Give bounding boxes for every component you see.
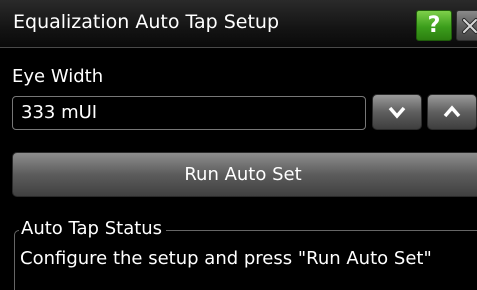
eye-width-increment-button[interactable] xyxy=(427,94,477,130)
eye-width-decrement-button[interactable] xyxy=(372,94,422,130)
chevron-up-icon xyxy=(443,105,461,118)
eye-width-input[interactable]: 333 mUI xyxy=(12,96,366,130)
eye-width-label: Eye Width xyxy=(12,66,104,87)
close-button[interactable] xyxy=(456,10,477,41)
eye-width-value: 333 mUI xyxy=(21,102,98,123)
run-auto-set-label: Run Auto Set xyxy=(184,164,302,185)
window-title: Equalization Auto Tap Setup xyxy=(13,11,280,33)
help-button[interactable]: ? xyxy=(416,10,452,41)
title-bar: Equalization Auto Tap Setup ? xyxy=(0,0,477,48)
close-icon xyxy=(462,17,477,34)
chevron-down-icon xyxy=(388,106,406,119)
help-icon: ? xyxy=(427,13,441,38)
auto-tap-status-title: Auto Tap Status xyxy=(19,218,167,239)
run-auto-set-button[interactable]: Run Auto Set xyxy=(12,152,477,197)
auto-tap-status-message: Configure the setup and press "Run Auto … xyxy=(20,248,432,269)
